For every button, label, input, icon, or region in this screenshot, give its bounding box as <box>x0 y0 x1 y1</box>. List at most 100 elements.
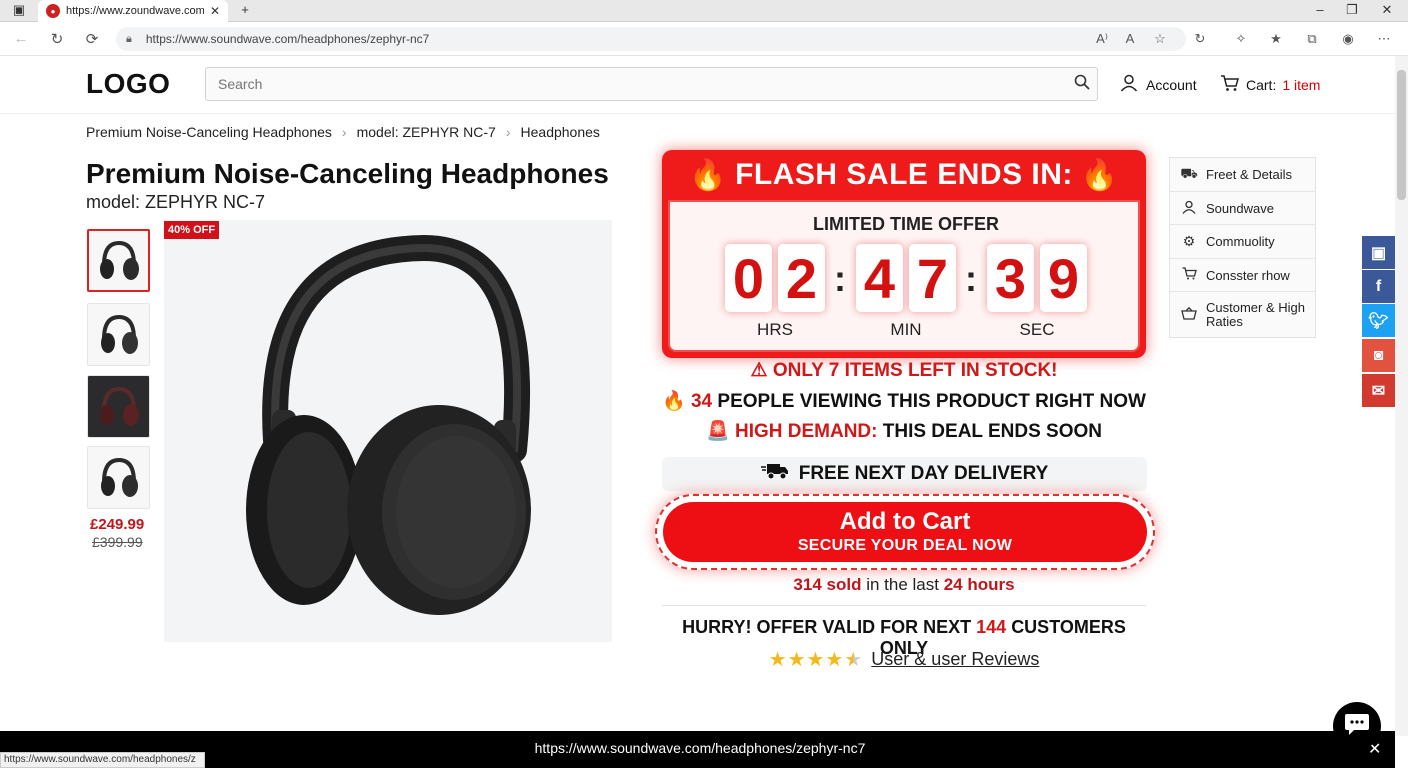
side-menu-item[interactable]: Soundwave <box>1170 192 1315 225</box>
fire-icon: 🔥 <box>1080 158 1119 192</box>
search-icon[interactable] <box>1067 74 1097 95</box>
side-menu-label: Freet & Details <box>1206 167 1292 182</box>
account-label: Account <box>1146 76 1197 93</box>
add-to-cart-frame: Add to Cart SECURE YOUR DEAL NOW <box>655 494 1155 570</box>
sold-count: 314 sold <box>793 575 862 594</box>
status-url: https://www.soundwave.com/headphones/z <box>0 752 205 768</box>
divider <box>662 605 1146 606</box>
address-bar-row: ← ↻ ⟳ 🔒︎ https://www.soundwave.com/headp… <box>0 22 1408 56</box>
minimize-icon[interactable]: – <box>1305 2 1335 17</box>
back-icon[interactable]: ← <box>10 30 32 47</box>
refresh-icon[interactable]: ⟳ <box>81 30 103 48</box>
collections-icon[interactable]: ⧉ <box>1302 31 1322 47</box>
breadcrumb-item[interactable]: model: ZEPHYR NC-7 <box>357 124 496 140</box>
product-thumbnail[interactable] <box>87 446 150 509</box>
favorite-add-icon[interactable]: ☆ <box>1150 31 1170 47</box>
side-menu-label: Soundwave <box>1206 200 1274 216</box>
truck-icon <box>760 462 789 486</box>
page-title: Premium Noise-Canceling Headphones <box>86 158 609 189</box>
star-rating-icon: ★★★★★ <box>768 649 864 671</box>
bookmark-icon: ▣ <box>1370 244 1387 262</box>
truck-icon: ⛟ <box>1180 165 1198 181</box>
breadcrumb-item[interactable]: Headphones <box>521 124 600 140</box>
save-share-button[interactable]: ▣ <box>1362 236 1395 269</box>
product-thumbnail[interactable] <box>87 375 150 438</box>
headphones-image <box>246 234 531 615</box>
demand-label: HIGH DEMAND: <box>734 421 878 442</box>
flash-sale-panel: 🔥 FLASH SALE ENDS IN: 🔥 LIMITED TIME OFF… <box>662 150 1146 358</box>
gear-icon: ⚙ <box>1182 233 1196 249</box>
mail-share-button[interactable]: ✉ <box>1362 374 1395 407</box>
account-link[interactable]: Account <box>1120 74 1197 95</box>
cart-link[interactable]: Cart: 1 item <box>1220 74 1320 95</box>
breadcrumb-item[interactable]: Premium Noise-Canceling Headphones <box>86 124 332 140</box>
extensions-icon[interactable]: ✧ <box>1231 31 1251 47</box>
viewers-notice: 🔥 34 PEOPLE VIEWING THIS PRODUCT RIGHT N… <box>662 389 1146 413</box>
hurry-count: 144 <box>976 617 1007 637</box>
reload-icon[interactable]: ↻ <box>46 30 68 48</box>
product-thumbnail[interactable] <box>87 303 150 366</box>
cart-count: 1 item <box>1282 76 1321 93</box>
product-model: model: ZEPHYR NC-7 <box>86 192 266 212</box>
product-thumbnail[interactable] <box>87 229 150 292</box>
reviews-link[interactable]: User & user Reviews <box>871 649 1039 670</box>
page-scrollbar[interactable] <box>1395 56 1408 736</box>
bottom-url-bar: https://www.soundwave.com/headphones/zep… <box>0 731 1395 768</box>
favorites-icon[interactable]: ★ <box>1266 31 1286 47</box>
browser-tab[interactable]: ● https://www.zoundwave.com/ ✕ <box>38 0 228 22</box>
limited-offer-label: LIMITED TIME OFFER <box>813 214 999 234</box>
more-menu-icon[interactable]: ⋯ <box>1374 31 1394 47</box>
user-icon <box>1180 200 1198 217</box>
side-menu-label: Commuolity <box>1206 234 1275 249</box>
breadcrumb: Premium Noise-Canceling Headphones › mod… <box>86 124 600 140</box>
demand-text: THIS DEAL ENDS SOON <box>882 421 1102 442</box>
add-to-cart-sublabel: SECURE YOUR DEAL NOW <box>797 537 1013 554</box>
close-window-icon[interactable]: ✕ <box>1372 2 1402 18</box>
add-to-cart-button[interactable]: Add to Cart SECURE YOUR DEAL NOW <box>663 502 1147 562</box>
sold-period: 24 hours <box>943 575 1015 594</box>
sync-icon[interactable]: ↻ <box>1190 31 1210 47</box>
stock-warning: ⚠ ONLY 7 ITEMS LEFT IN STOCK! <box>662 359 1146 382</box>
url-field[interactable]: 🔒︎ https://www.soundwave.com/headphones/… <box>116 27 1186 51</box>
fire-icon: 🔥 <box>689 158 728 192</box>
chat-button[interactable] <box>1333 702 1381 750</box>
new-tab-icon[interactable]: + <box>230 2 260 17</box>
delivery-text: FREE NEXT DAY DELIVERY <box>798 463 1049 484</box>
side-menu-item[interactable]: ⛟ Freet & Details <box>1170 158 1315 192</box>
close-tab-icon[interactable]: ✕ <box>210 4 220 18</box>
twitter-share-button[interactable]: 🐦︎ <box>1362 304 1395 337</box>
side-menu-item[interactable]: ⚙ Commuolity <box>1170 225 1315 259</box>
side-menu-item[interactable]: Customer & High Raties <box>1170 292 1315 338</box>
side-menu-label: Customer & High Raties <box>1206 300 1305 329</box>
basket-icon <box>1180 306 1198 323</box>
lock-icon: 🔒︎ <box>126 32 132 45</box>
viewers-count: 34 <box>690 391 713 412</box>
delivery-banner: FREE NEXT DAY DELIVERY <box>662 457 1147 491</box>
chevron-right-icon: › <box>341 124 347 140</box>
demand-notice: 🚨 HIGH DEMAND: THIS DEAL ENDS SOON <box>662 419 1146 443</box>
reviews-row: ★★★★★ User & user Reviews <box>662 647 1146 672</box>
search-input[interactable] <box>218 76 1067 92</box>
read-aloud-icon[interactable]: A⁾ <box>1092 31 1112 47</box>
discount-badge: 40% OFF <box>164 221 220 239</box>
url-text: https://www.soundwave.com/headphones/zep… <box>145 32 430 46</box>
product-main-image[interactable] <box>164 220 612 642</box>
search-bar[interactable] <box>205 67 1098 101</box>
chevron-right-icon: › <box>505 124 511 140</box>
profile-avatar[interactable]: ◉ <box>1338 31 1358 47</box>
sold-middle: in the last <box>866 575 939 594</box>
scrollbar-thumb[interactable] <box>1397 70 1406 200</box>
site-logo[interactable]: LOGO <box>86 68 170 100</box>
facebook-share-button[interactable]: f <box>1362 270 1395 303</box>
side-menu-item[interactable]: Consster rhow <box>1170 259 1315 292</box>
instagram-share-button[interactable]: ◙ <box>1362 339 1395 372</box>
minutes-label: MIN <box>890 320 922 339</box>
cart-icon <box>1220 74 1240 95</box>
text-size-icon[interactable]: A <box>1120 31 1140 46</box>
maximize-icon[interactable]: ❐ <box>1337 2 1367 18</box>
side-menu-label: Consster rhow <box>1206 267 1290 283</box>
sidebar-toggle-icon[interactable]: ▣ <box>4 2 34 18</box>
warning-icon: ⚠ <box>750 360 768 381</box>
cart-icon <box>1180 267 1198 283</box>
hurry-before: HURRY! OFFER VALID FOR NEXT <box>682 617 972 637</box>
